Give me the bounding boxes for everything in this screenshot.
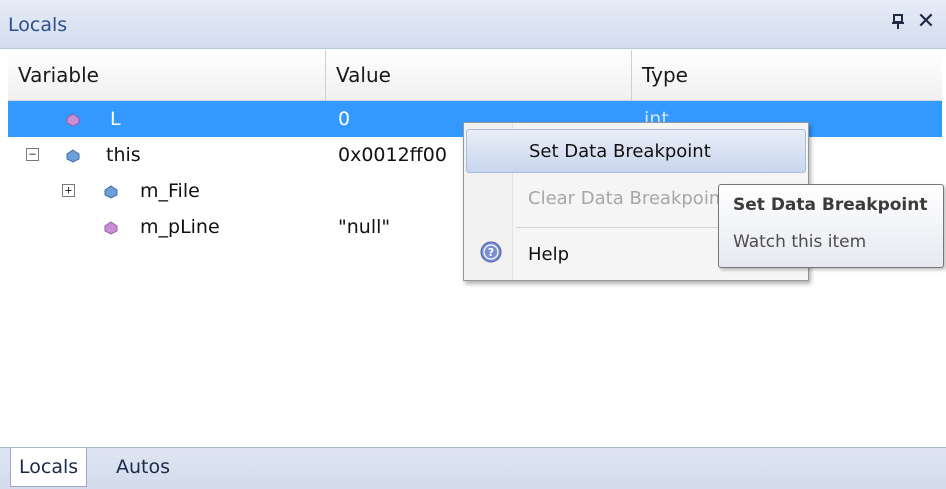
tooltip: Set Data Breakpoint Watch this item — [718, 184, 944, 268]
row-value: "null" — [338, 216, 391, 238]
menu-item-set-data-breakpoint[interactable]: Set Data Breakpoint — [466, 129, 806, 173]
tab-autos[interactable]: Autos — [108, 448, 178, 486]
column-header-row: Variable Value Type — [8, 50, 942, 101]
tooltip-title: Set Data Breakpoint — [733, 195, 928, 215]
collapse-icon[interactable]: − — [26, 148, 39, 161]
field-icon — [66, 148, 80, 163]
row-name: m_File — [140, 180, 200, 202]
column-header-variable[interactable]: Variable — [8, 50, 326, 100]
locals-window: Locals ✕ Variable Value Type L 0 int − t… — [0, 0, 946, 489]
field-icon — [104, 184, 118, 199]
column-header-value[interactable]: Value — [326, 50, 632, 100]
row-name: L — [110, 108, 121, 130]
field-icon — [104, 220, 118, 235]
expand-icon[interactable]: + — [62, 184, 75, 197]
close-icon[interactable]: ✕ — [916, 11, 936, 33]
title-bar: Locals ✕ — [0, 0, 946, 49]
column-header-type[interactable]: Type — [632, 50, 942, 100]
row-name: m_pLine — [140, 216, 220, 238]
tab-strip: Locals Autos — [0, 447, 946, 489]
row-value: 0x0012ff00 — [338, 144, 447, 166]
field-icon — [66, 112, 80, 127]
tab-locals[interactable]: Locals — [10, 448, 88, 487]
row-value: 0 — [338, 108, 351, 130]
pin-icon[interactable] — [890, 14, 906, 30]
row-name: this — [106, 144, 141, 166]
window-title: Locals — [8, 14, 68, 36]
tooltip-description: Watch this item — [733, 232, 867, 252]
